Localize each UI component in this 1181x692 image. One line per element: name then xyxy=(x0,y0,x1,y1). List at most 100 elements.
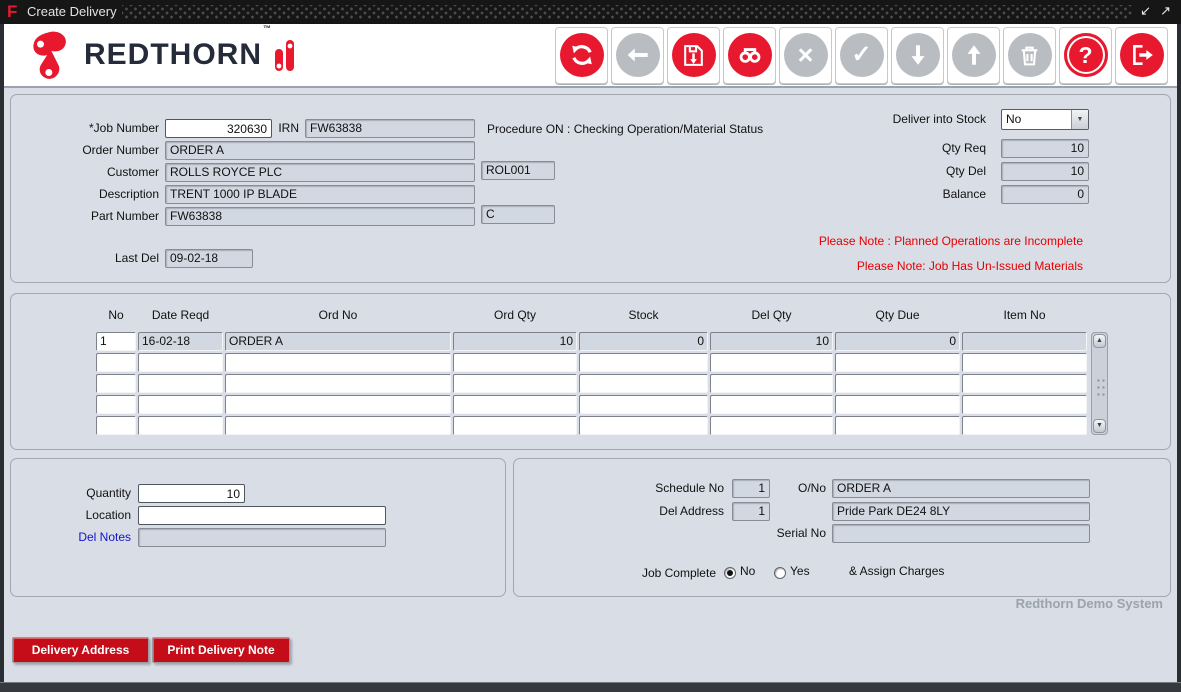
table-cell[interactable] xyxy=(710,374,833,393)
table-cell[interactable] xyxy=(835,374,960,393)
dropdown-arrow-icon[interactable]: ▼ xyxy=(1071,110,1088,129)
table-cell[interactable]: ORDER A xyxy=(225,332,451,351)
table-cell[interactable] xyxy=(835,395,960,414)
table-cell[interactable] xyxy=(579,353,708,372)
description-field: TRENT 1000 IP BLADE xyxy=(165,185,475,204)
restore-window-icon[interactable]: ↙ xyxy=(1140,3,1151,19)
job-complete-yes-radio[interactable] xyxy=(774,567,786,579)
help-button[interactable]: ? xyxy=(1059,27,1112,84)
customer-label: Customer xyxy=(11,163,159,182)
app-window: F Create Delivery ↙ ↗ REDTHORN™ xyxy=(0,0,1181,692)
col-header-ord-no: Ord No xyxy=(225,308,451,322)
table-cell[interactable] xyxy=(962,395,1087,414)
exit-button[interactable] xyxy=(1115,27,1168,84)
qty-req-label: Qty Req xyxy=(786,139,986,158)
table-cell[interactable]: 0 xyxy=(835,332,960,351)
col-header-date-reqd: Date Reqd xyxy=(138,308,223,322)
delivery-address-field: Pride Park DE24 8LY xyxy=(832,502,1090,521)
table-cell[interactable] xyxy=(138,395,223,414)
toolbar: REDTHORN™ xyxy=(4,24,1177,88)
table-cell[interactable] xyxy=(710,395,833,414)
save-button[interactable] xyxy=(667,27,720,84)
cancel-x-icon: × xyxy=(784,33,828,77)
trash-icon xyxy=(1008,33,1052,77)
table-cell[interactable] xyxy=(579,395,708,414)
cancel-button[interactable]: × xyxy=(779,27,832,84)
table-cell[interactable] xyxy=(579,416,708,435)
col-header-stock: Stock xyxy=(579,308,708,322)
table-cell[interactable] xyxy=(225,416,451,435)
table-cell[interactable] xyxy=(96,374,136,393)
job-complete-no-radio[interactable] xyxy=(724,567,736,579)
delivery-address-button[interactable]: Delivery Address xyxy=(12,637,149,663)
table-cell[interactable] xyxy=(835,353,960,372)
warning-planned-operations: Please Note : Planned Operations are Inc… xyxy=(819,234,1083,248)
back-button[interactable] xyxy=(611,27,664,84)
qty-req-field: 10 xyxy=(1001,139,1089,158)
qty-del-field: 10 xyxy=(1001,162,1089,181)
table-cell[interactable] xyxy=(962,416,1087,435)
schedule-no-label: Schedule No xyxy=(574,479,724,498)
table-cell[interactable] xyxy=(453,395,577,414)
table-cell[interactable]: 10 xyxy=(710,332,833,351)
quantity-label: Quantity xyxy=(11,484,131,503)
confirm-button[interactable]: ✓ xyxy=(835,27,888,84)
quantity-input[interactable] xyxy=(138,484,245,503)
table-scrollbar[interactable]: ▲ ▼ xyxy=(1091,332,1108,435)
delete-button[interactable] xyxy=(1003,27,1056,84)
last-del-label: Last Del xyxy=(11,249,159,268)
table-cell[interactable]: 1 xyxy=(96,332,136,351)
table-cell[interactable] xyxy=(225,353,451,372)
procedure-status-text: Procedure ON : Checking Operation/Materi… xyxy=(487,122,763,136)
order-number-label: Order Number xyxy=(11,141,159,160)
table-cell[interactable] xyxy=(138,353,223,372)
table-cell[interactable] xyxy=(453,416,577,435)
refresh-button[interactable] xyxy=(555,27,608,84)
table-cell[interactable] xyxy=(225,374,451,393)
window-title: Create Delivery xyxy=(27,4,117,19)
table-cell[interactable] xyxy=(962,374,1087,393)
table-cell[interactable] xyxy=(96,353,136,372)
irn-label: IRN xyxy=(249,119,299,138)
deliver-into-stock-value: No xyxy=(1002,110,1071,129)
scroll-up-icon[interactable]: ▲ xyxy=(1093,334,1106,348)
table-cell[interactable] xyxy=(835,416,960,435)
scrollbar-thumb[interactable] xyxy=(1096,377,1105,397)
maximize-window-icon[interactable]: ↗ xyxy=(1160,3,1171,19)
last-del-field: 09-02-18 xyxy=(165,249,253,268)
table-cell[interactable] xyxy=(225,395,451,414)
move-down-button[interactable] xyxy=(891,27,944,84)
table-cell[interactable] xyxy=(579,374,708,393)
del-notes-field xyxy=(138,528,386,547)
checkmark-icon: ✓ xyxy=(840,33,884,77)
table-cell[interactable] xyxy=(138,416,223,435)
table-cell[interactable] xyxy=(453,374,577,393)
customer-code-field: ROL001 xyxy=(481,161,555,180)
brand-name: REDTHORN™ xyxy=(84,38,271,72)
table-cell[interactable] xyxy=(710,416,833,435)
down-arrow-icon xyxy=(896,33,940,77)
table-cell[interactable] xyxy=(710,353,833,372)
print-delivery-note-button[interactable]: Print Delivery Note xyxy=(152,637,290,663)
table-cell[interactable]: 16-02-18 xyxy=(138,332,223,351)
del-notes-link[interactable]: Del Notes xyxy=(11,528,131,547)
scroll-down-icon[interactable]: ▼ xyxy=(1093,419,1106,433)
toolbar-buttons: × ✓ xyxy=(552,27,1168,84)
deliver-into-stock-label: Deliver into Stock xyxy=(786,110,986,129)
move-up-button[interactable] xyxy=(947,27,1000,84)
table-cell[interactable]: 10 xyxy=(453,332,577,351)
table-cell[interactable] xyxy=(96,395,136,414)
table-cell[interactable] xyxy=(138,374,223,393)
table-cell[interactable] xyxy=(96,416,136,435)
table-cell[interactable] xyxy=(962,332,1087,351)
balance-field: 0 xyxy=(1001,185,1089,204)
part-number-label: Part Number xyxy=(11,207,159,226)
back-arrow-icon xyxy=(616,33,660,77)
del-address-label: Del Address xyxy=(574,502,724,521)
table-cell[interactable] xyxy=(962,353,1087,372)
find-button[interactable] xyxy=(723,27,776,84)
table-cell[interactable] xyxy=(453,353,577,372)
location-input[interactable] xyxy=(138,506,386,525)
table-cell[interactable]: 0 xyxy=(579,332,708,351)
deliver-into-stock-dropdown[interactable]: No ▼ xyxy=(1001,109,1089,130)
